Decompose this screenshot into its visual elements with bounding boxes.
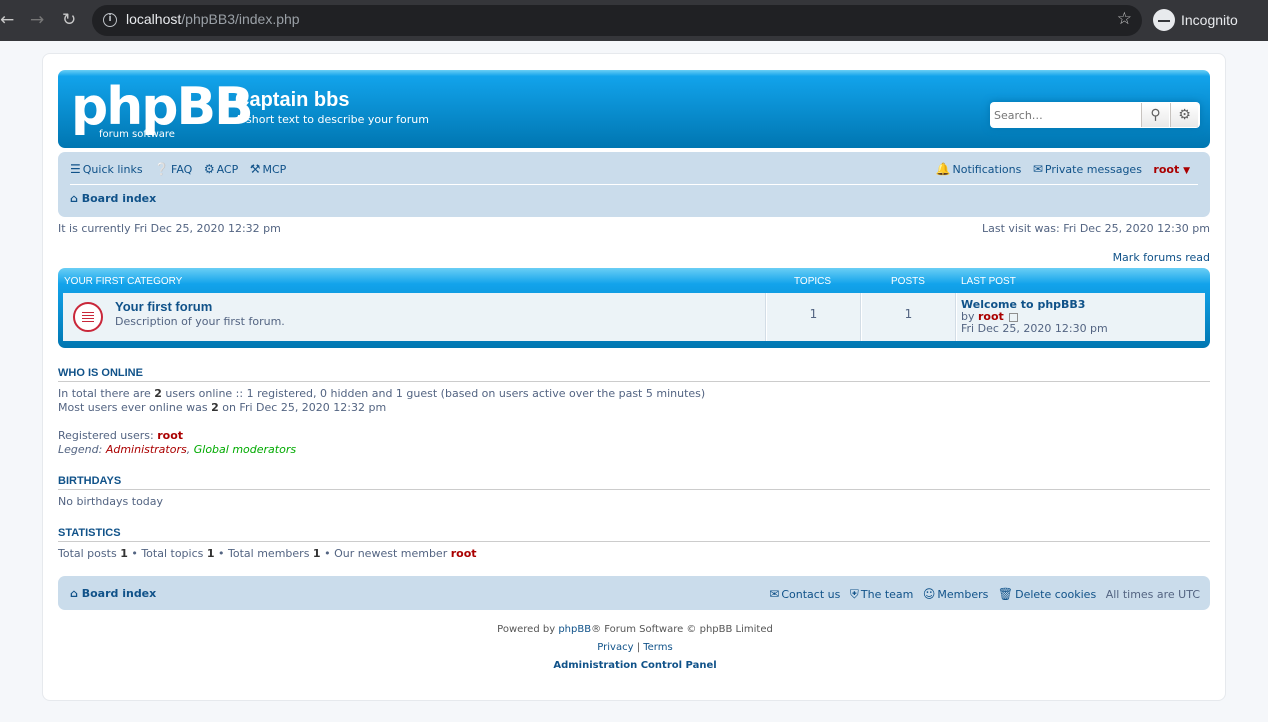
category-title[interactable]: YOUR FIRST CATEGORY bbox=[64, 276, 182, 287]
footer-breadcrumb[interactable]: ⌂ Board index bbox=[70, 587, 156, 600]
topics-header: TOPICS bbox=[794, 276, 832, 287]
forum-read-icon bbox=[73, 302, 103, 332]
statistics-heading: STATISTICS bbox=[58, 527, 1210, 542]
menu-bars-icon: ☰ bbox=[70, 162, 81, 176]
advanced-search-gear-icon[interactable]: ⚙ bbox=[1170, 103, 1198, 127]
last-post-info: Welcome to phpBB3 by root Fri Dec 25, 20… bbox=[961, 298, 1108, 335]
legend-administrators-link[interactable]: Administrators bbox=[106, 443, 187, 456]
site-info-icon[interactable]: i bbox=[103, 13, 117, 27]
current-time: It is currently Fri Dec 25, 2020 12:32 p… bbox=[58, 222, 281, 235]
footer-navbar: ⌂ Board index ✉ Contact us ⛨ The team ☺ Mem… bbox=[58, 576, 1210, 610]
members-link[interactable]: ☺ Members bbox=[922, 587, 989, 601]
quick-links-menu[interactable]: ☰ Quick links bbox=[70, 162, 143, 176]
home-icon: ⌂ bbox=[70, 192, 78, 205]
phpbb-logo[interactable]: phpBB forum software bbox=[71, 81, 254, 140]
acp-footer: Administration Control Panel bbox=[43, 660, 1227, 671]
user-menu[interactable]: root ▼ bbox=[1153, 163, 1190, 176]
home-icon: ⌂ bbox=[70, 587, 78, 600]
forum-description: Description of your first forum. bbox=[115, 315, 285, 328]
privacy-link[interactable]: Privacy bbox=[597, 642, 633, 653]
contact-us-link[interactable]: ✉ Contact us bbox=[769, 587, 840, 601]
site-name: Captain bbs bbox=[235, 89, 350, 111]
privacy-terms: Privacy | Terms bbox=[597, 642, 673, 653]
bookmark-star-icon[interactable]: ☆ bbox=[1117, 9, 1132, 29]
posts-header: POSTS bbox=[891, 276, 925, 287]
users-icon: ☺ bbox=[922, 587, 936, 601]
powered-by: Powered by phpBB® Forum Software © phpBB… bbox=[497, 624, 773, 635]
forum-category: YOUR FIRST CATEGORY TOPICS POSTS LAST PO… bbox=[58, 268, 1210, 348]
last-visit: Last visit was: Fri Dec 25, 2020 12:30 p… bbox=[981, 222, 1210, 235]
cogs-icon: ⚙ bbox=[203, 162, 215, 176]
birthdays-text: No birthdays today bbox=[58, 495, 164, 508]
inbox-icon: ✉ bbox=[1032, 162, 1043, 176]
registered-user-link[interactable]: root bbox=[157, 429, 183, 442]
who-is-online: WHO IS ONLINE In total there are 2 users… bbox=[58, 367, 1210, 457]
forward-arrow-icon[interactable]: → bbox=[30, 11, 44, 29]
site-header: phpBB forum software Captain bbs A short… bbox=[58, 70, 1210, 148]
back-arrow-icon[interactable]: ← bbox=[0, 11, 14, 29]
newest-member-link[interactable]: root bbox=[451, 547, 477, 560]
delete-cookies-link[interactable]: 🗑 Delete cookies bbox=[997, 587, 1096, 601]
search-icon[interactable]: ⚲ bbox=[1141, 103, 1169, 127]
site-description: A short text to describe your forum bbox=[235, 113, 429, 126]
mcp-link[interactable]: ⚒ MCP bbox=[249, 162, 287, 176]
breadcrumb[interactable]: ⌂ Board index bbox=[70, 192, 156, 205]
forum-posts-count: 1 bbox=[904, 307, 913, 321]
legend-global-moderators-link[interactable]: Global moderators bbox=[194, 443, 296, 456]
terms-link[interactable]: Terms bbox=[643, 642, 672, 653]
statistics: STATISTICS Total posts 1 • Total topics … bbox=[58, 527, 1210, 561]
page-wrap: phpBB forum software Captain bbs A short… bbox=[42, 53, 1226, 701]
navbar-divider bbox=[70, 184, 1198, 185]
last-post-header: LAST POST bbox=[961, 276, 1016, 287]
forum-topics-count: 1 bbox=[809, 307, 818, 321]
question-circle-icon: ❔ bbox=[154, 162, 170, 176]
envelope-icon: ✉ bbox=[769, 587, 780, 601]
forum-title-link[interactable]: Your first forum bbox=[115, 299, 212, 314]
bell-icon: 🔔 bbox=[935, 162, 951, 176]
navbar: ☰ Quick links ❔ FAQ ⚙ ACP ⚒ MCP 🔔 Notificatio… bbox=[58, 152, 1210, 217]
caret-down-icon: ▼ bbox=[1183, 166, 1190, 176]
mark-forums-read-link[interactable]: Mark forums read bbox=[1113, 251, 1210, 264]
search-input[interactable] bbox=[992, 104, 1140, 126]
timezone-text: All times are UTC bbox=[1105, 588, 1200, 601]
birthdays-heading: BIRTHDAYS bbox=[58, 475, 1210, 490]
last-post-time: Fri Dec 25, 2020 12:30 pm bbox=[961, 322, 1108, 335]
acp-link[interactable]: ⚙ ACP bbox=[203, 162, 238, 176]
url-text[interactable]: localhost/phpBB3/index.php bbox=[126, 11, 300, 27]
administration-control-panel-link[interactable]: Administration Control Panel bbox=[553, 660, 716, 671]
trash-icon: 🗑 bbox=[997, 587, 1014, 601]
notifications-link[interactable]: 🔔 Notifications bbox=[935, 162, 1022, 176]
search-box: ⚲ ⚙ bbox=[990, 102, 1200, 128]
phpbb-link[interactable]: phpBB bbox=[558, 624, 591, 635]
gavel-icon: ⚒ bbox=[249, 162, 261, 176]
reload-icon[interactable]: ↻ bbox=[62, 11, 76, 29]
forum-row: Your first forum Description of your fir… bbox=[63, 293, 1205, 341]
who-is-online-heading[interactable]: WHO IS ONLINE bbox=[58, 367, 1210, 382]
incognito-indicator[interactable]: Incognito bbox=[1153, 9, 1238, 33]
incognito-icon bbox=[1153, 9, 1175, 31]
the-team-link[interactable]: ⛨ The team bbox=[849, 587, 914, 601]
birthdays: BIRTHDAYS No birthdays today bbox=[58, 475, 1210, 509]
faq-link[interactable]: ❔ FAQ bbox=[154, 162, 192, 176]
private-messages-link[interactable]: ✉ Private messages bbox=[1032, 162, 1142, 176]
shield-icon: ⛨ bbox=[849, 587, 859, 601]
address-bar[interactable]: i localhost/phpBB3/index.php ☆ bbox=[92, 5, 1142, 36]
view-latest-post-icon[interactable] bbox=[1009, 312, 1019, 322]
browser-toolbar: ← → ↻ i localhost/phpBB3/index.php ☆ Inc… bbox=[0, 0, 1268, 41]
